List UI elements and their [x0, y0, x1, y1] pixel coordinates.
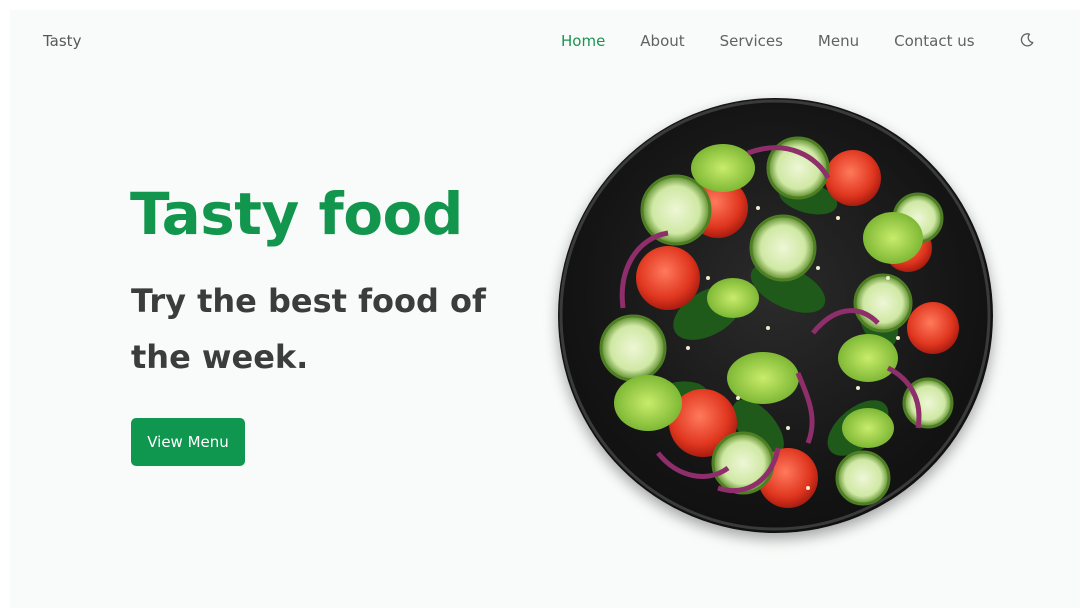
- nav-menu[interactable]: Menu: [818, 32, 859, 50]
- hero-title: Tasty food: [130, 180, 463, 248]
- nav-about[interactable]: About: [640, 32, 684, 50]
- nav-contact[interactable]: Contact us: [894, 32, 974, 50]
- salad-plate-image: [558, 98, 993, 533]
- page: Tasty Home About Services Menu Contact u…: [10, 10, 1080, 608]
- nav-home[interactable]: Home: [561, 32, 605, 50]
- view-menu-button[interactable]: View Menu: [131, 418, 245, 466]
- nav-services[interactable]: Services: [720, 32, 783, 50]
- moon-icon[interactable]: [1019, 32, 1035, 48]
- hero-subtitle: Try the best food of the week.: [131, 282, 486, 376]
- main-nav: Home About Services Menu Contact us: [561, 32, 1010, 50]
- logo[interactable]: Tasty: [43, 32, 81, 50]
